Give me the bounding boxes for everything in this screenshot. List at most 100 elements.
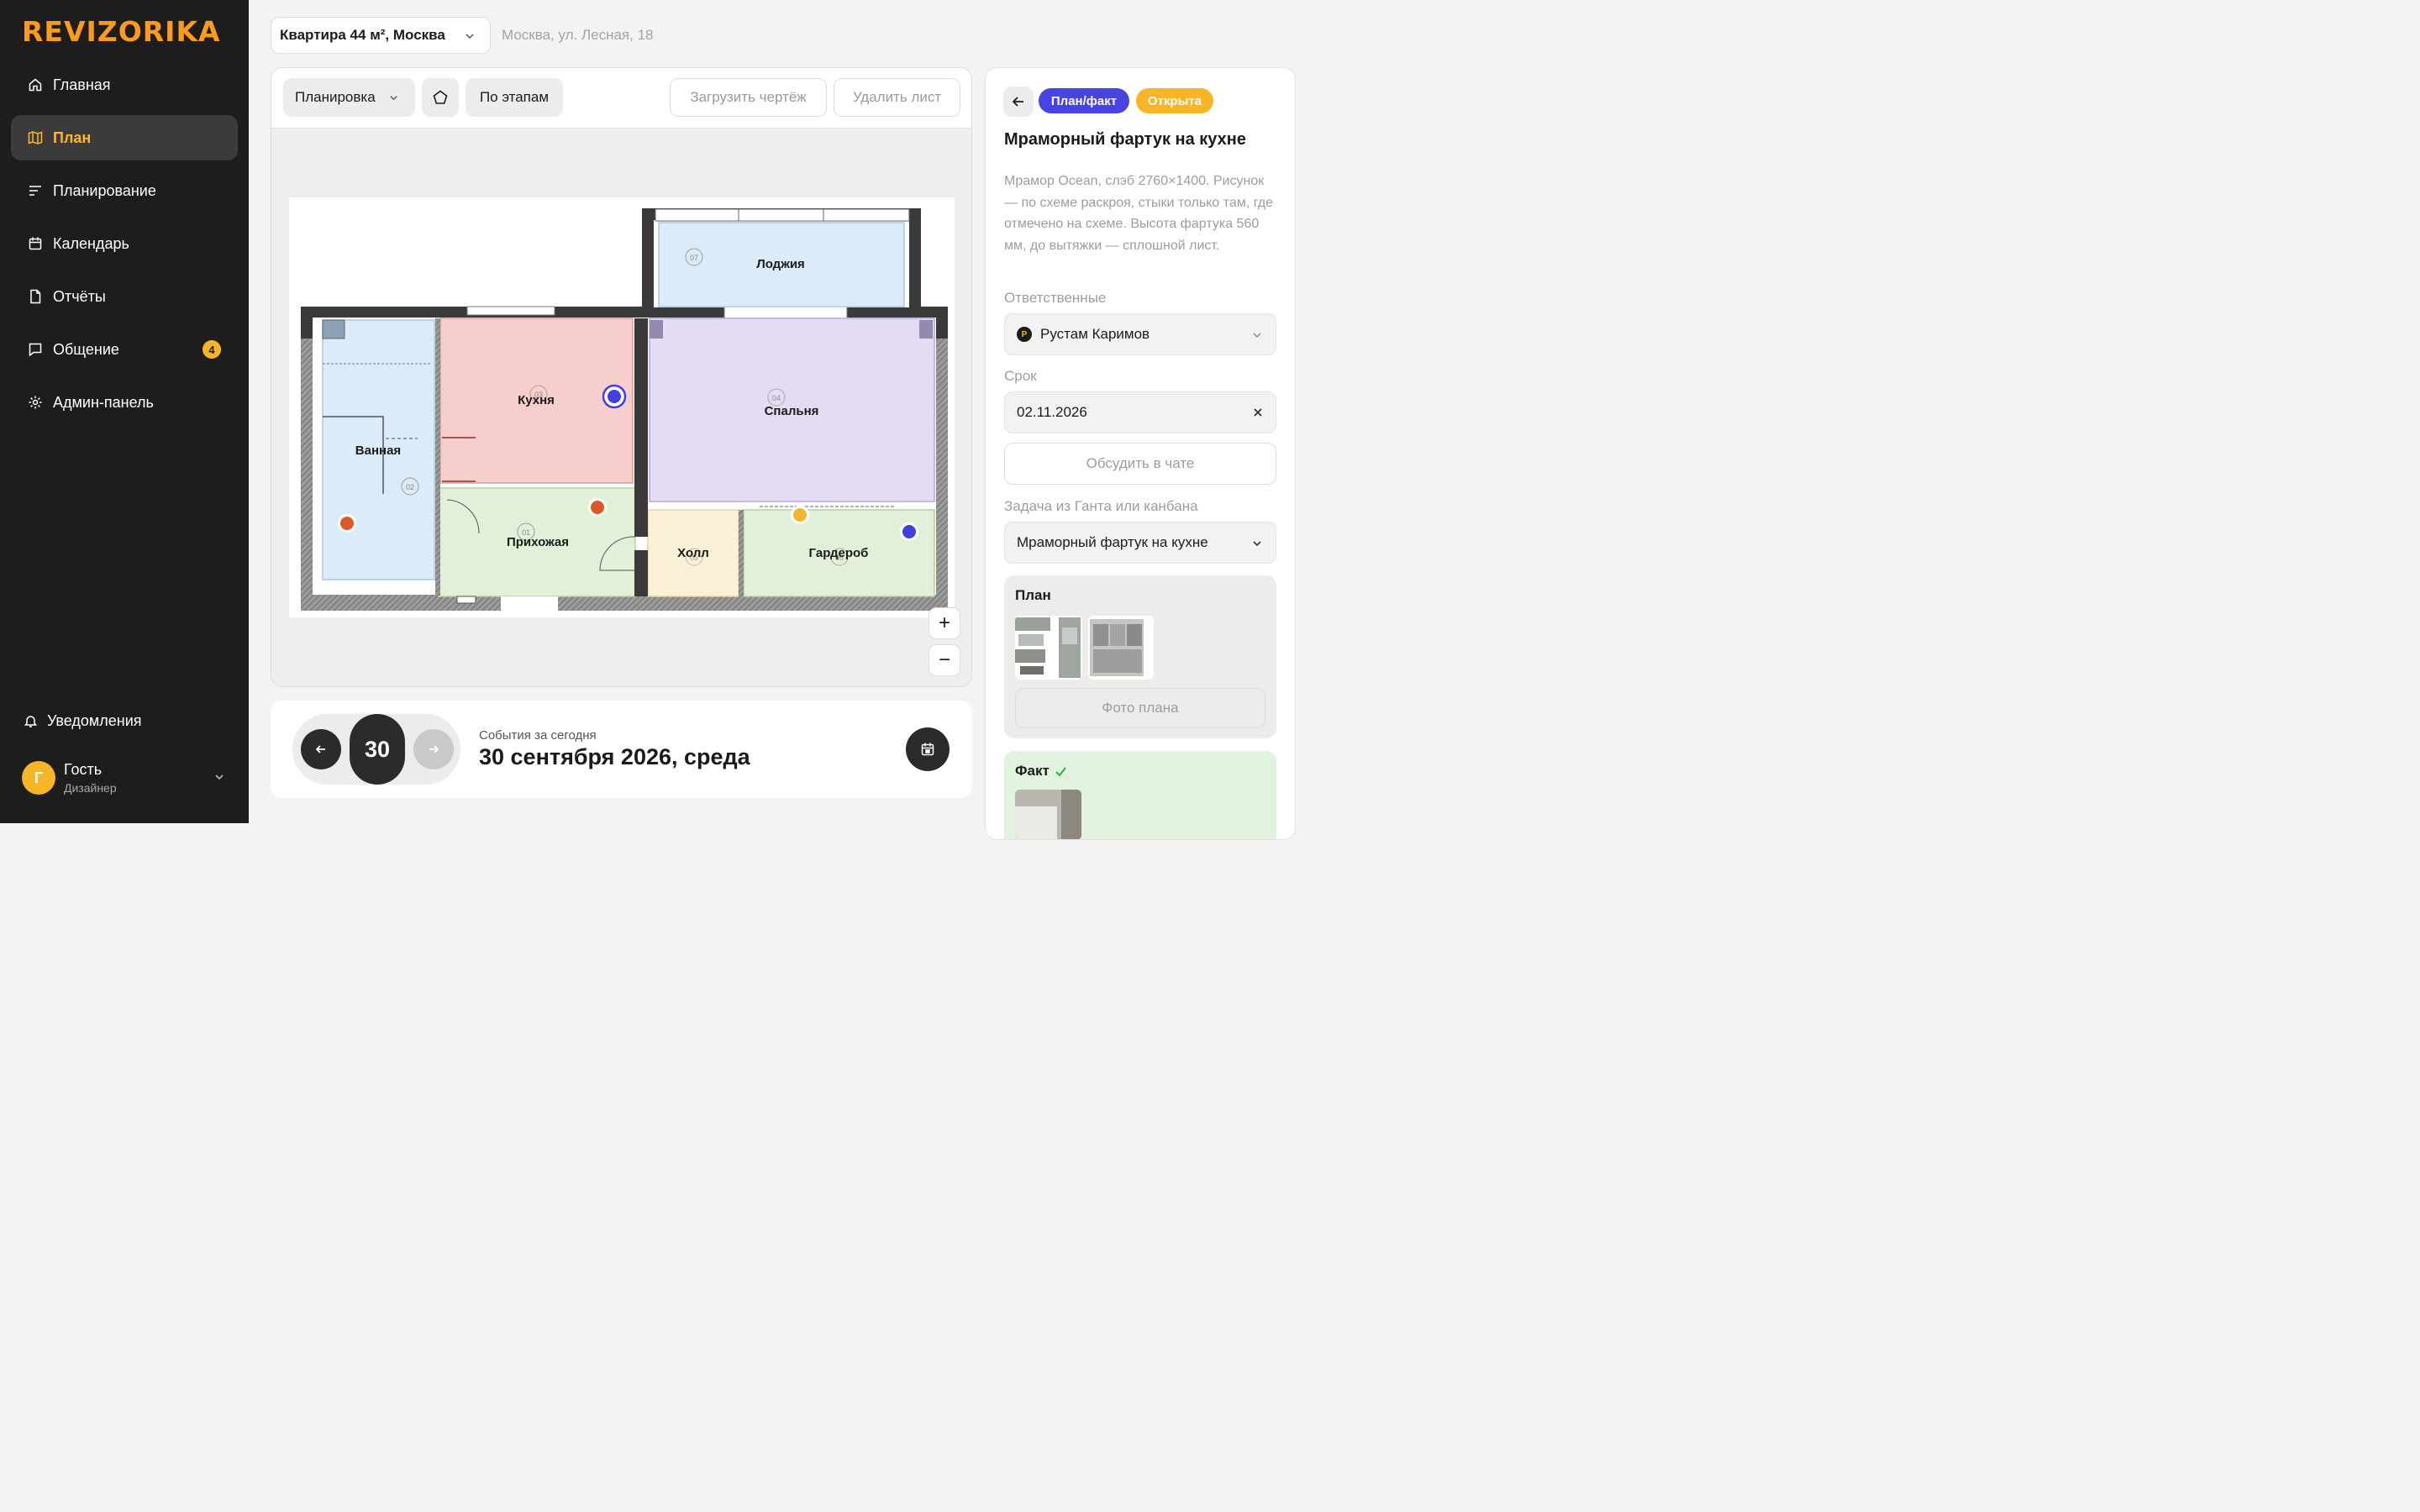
project-name: Квартира 44 м², Москва	[280, 27, 445, 43]
sidebar-item-calendar[interactable]: Календарь	[11, 221, 238, 266]
arrow-right-icon	[429, 745, 439, 753]
plan-photo-button[interactable]: Фото плана	[1015, 688, 1265, 728]
room-label-kitchen: Кухня	[518, 393, 555, 407]
plan-thumbnail[interactable]	[1015, 616, 1082, 680]
sidebar-item-label: Главная	[53, 76, 111, 93]
user-role: Дизайнер	[64, 781, 117, 795]
responsible-select[interactable]: Р Рустам Каримов	[1004, 313, 1276, 355]
day-switcher: 30	[292, 714, 460, 785]
sidebar-item-label: Админ-панель	[53, 393, 154, 411]
inner-wall	[435, 318, 440, 596]
floor-plan-drawing: 07 03 04 02 01 05 06 Лоджия Кухня Спальн…	[301, 208, 948, 617]
chevron-down-icon	[466, 34, 474, 39]
plus-icon: +	[938, 612, 950, 634]
window	[723, 306, 848, 319]
sidebar-item-plan[interactable]: План	[11, 115, 238, 160]
fact-block-header: Факт	[1015, 763, 1067, 780]
app-logo[interactable]: REVIZORIKA	[22, 15, 221, 48]
project-select[interactable]: Квартира 44 м², Москва	[271, 17, 491, 54]
discuss-in-chat-button[interactable]: Обсудить в чате	[1004, 443, 1276, 485]
project-address: Москва, ул. Лесная, 18	[502, 27, 654, 43]
sidebar-item-chat[interactable]: Общение 4	[11, 327, 238, 372]
sidebar-item-label: Общение	[53, 340, 119, 358]
arrow-left-icon	[1012, 97, 1023, 107]
deadline-field[interactable]: 02.11.2026	[1004, 391, 1276, 433]
chevron-down-icon	[1253, 541, 1261, 547]
zoom-in-button[interactable]: +	[929, 607, 960, 639]
drawing-thumbnail	[1015, 617, 1081, 678]
upload-drawing-button[interactable]: Загрузить чертёж	[670, 78, 827, 117]
task-marker-dot	[340, 517, 354, 530]
room-label-hall: Холл	[677, 546, 709, 560]
responsible-label: Ответственные	[1004, 290, 1107, 306]
room-number: 04	[772, 394, 781, 402]
floor-plan[interactable]: 07 03 04 02 01 05 06 Лоджия Кухня Спальн…	[289, 197, 955, 617]
room-label-loggia: Лоджия	[756, 257, 805, 271]
user-menu[interactable]: Г Гость Дизайнер	[22, 761, 232, 795]
window	[466, 306, 555, 316]
wall-hatch	[301, 339, 313, 595]
calendar-button[interactable]	[906, 727, 950, 771]
bell-icon	[24, 716, 37, 727]
room-label-wardrobe: Гардероб	[809, 546, 869, 560]
wall-hatch	[936, 339, 948, 595]
gear-icon	[29, 396, 42, 409]
layer-select-label: Планировка	[295, 89, 376, 105]
deadline-label: Срок	[1004, 368, 1037, 384]
sidebar-item-home[interactable]: Главная	[11, 62, 238, 108]
notifications-link[interactable]: Уведомления	[24, 712, 142, 730]
avatar: Р	[1017, 327, 1032, 342]
chat-icon	[29, 343, 42, 357]
fixture	[322, 319, 345, 339]
inner-wall	[634, 318, 648, 537]
task-marker-dot	[902, 525, 916, 538]
delete-sheet-button[interactable]: Удалить лист	[834, 78, 960, 117]
fact-block: Факт	[1004, 751, 1276, 839]
prev-day-button[interactable]	[301, 729, 341, 769]
back-button[interactable]	[1003, 87, 1034, 117]
calendar-icon	[921, 743, 934, 756]
zoom-out-button[interactable]: −	[929, 644, 960, 676]
room-label-hallway: Прихожая	[507, 535, 569, 549]
task-title: Мраморный фартук на кухне	[1004, 130, 1246, 149]
fact-photo-thumbnail[interactable]	[1015, 790, 1081, 839]
drawing-thumbnail	[1090, 619, 1144, 676]
chevron-down-icon	[390, 96, 397, 101]
sidebar-item-label: Планирование	[53, 181, 156, 199]
deadline-value: 02.11.2026	[1017, 404, 1087, 420]
polygon-tool-button[interactable]	[422, 78, 459, 117]
events-date: 30 сентября 2026, среда	[479, 744, 750, 769]
fixture	[919, 320, 933, 339]
room-label-bedroom: Спальня	[765, 404, 819, 418]
arrow-left-icon	[315, 745, 325, 753]
sidebar-item-label: Календарь	[53, 234, 129, 252]
close-icon[interactable]	[1253, 407, 1263, 417]
calendar-icon	[29, 237, 42, 250]
current-day: 30	[350, 714, 405, 785]
minus-icon: −	[938, 648, 950, 671]
plan-viewer: Планировка По этапам Загрузить чертёж Уд…	[271, 67, 972, 687]
events-bar: 30 События за сегодня 30 сентября 2026, …	[271, 701, 972, 798]
fact-block-title: Факт	[1015, 763, 1050, 779]
document-icon	[30, 289, 41, 304]
window	[655, 208, 910, 222]
plan-thumbnail[interactable]	[1088, 616, 1154, 680]
room-label-bathroom: Ванная	[355, 444, 401, 458]
layer-select[interactable]: Планировка	[283, 78, 415, 117]
fixture	[650, 320, 663, 339]
avatar: Г	[22, 761, 55, 795]
next-day-button[interactable]	[413, 729, 454, 769]
sidebar-item-reports[interactable]: Отчёты	[11, 274, 238, 319]
sidebar-item-planning[interactable]: Планирование	[11, 168, 238, 213]
sidebar-item-admin[interactable]: Админ-панель	[11, 380, 238, 425]
plan-block-title: План	[1015, 587, 1051, 603]
entrance-door	[501, 596, 558, 617]
task-marker-dot	[608, 390, 621, 403]
inner-wall	[739, 510, 744, 596]
room-number: 02	[406, 483, 414, 491]
task-panel: План/факт Открыта Мраморный фартук на ку…	[985, 67, 1296, 840]
gantt-task-select[interactable]: Мраморный фартук на кухне	[1004, 522, 1276, 564]
chevron-down-icon	[215, 774, 224, 780]
stages-button[interactable]: По этапам	[466, 78, 563, 117]
unread-badge: 4	[203, 340, 221, 359]
